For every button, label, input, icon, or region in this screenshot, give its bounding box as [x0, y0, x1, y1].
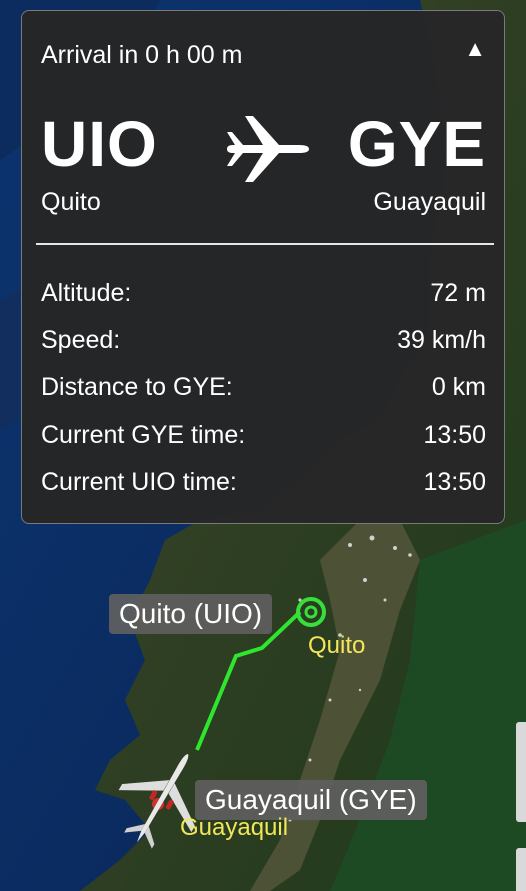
stat-value: 72 m: [430, 279, 486, 307]
right-edge-tab-lower[interactable]: [516, 848, 526, 891]
stat-value: 39 km/h: [397, 326, 486, 354]
stat-row-origin-time: Current UIO time: 13:50: [41, 468, 486, 497]
stat-row-speed: Speed: 39 km/h: [41, 326, 486, 355]
stat-value: 0 km: [431, 373, 486, 401]
right-edge-tab-upper[interactable]: [516, 722, 526, 822]
origin-airport-label[interactable]: Quito (UIO): [109, 594, 273, 634]
stat-label: Current UIO time:: [41, 468, 237, 496]
stat-label: Distance to GYE:: [41, 373, 233, 401]
flight-info-panel: Arrival in 0 h 00 m ▲ UIO GYE Quito Guay…: [21, 10, 505, 524]
stat-row-destination-time: Current GYE time: 13:50: [41, 421, 486, 450]
arrival-countdown: Arrival in 0 h 00 m: [41, 41, 243, 69]
stat-value: 13:50: [423, 468, 486, 496]
origin-airport-code: UIO: [41, 108, 158, 180]
airplane-icon: [227, 116, 309, 182]
stat-row-altitude: Altitude: 72 m: [41, 279, 486, 308]
stat-value: 13:50: [423, 421, 486, 449]
origin-city-name: Quito: [41, 188, 101, 216]
stat-row-distance: Distance to GYE: 0 km: [41, 373, 486, 402]
origin-airport-marker[interactable]: [296, 597, 326, 627]
origin-marker-center: [304, 605, 318, 619]
destination-airport-code: GYE: [347, 108, 486, 180]
origin-city-label: Quito: [308, 632, 366, 659]
divider: [36, 243, 494, 245]
stat-label: Current GYE time:: [41, 421, 246, 449]
destination-city-name: Guayaquil: [373, 188, 486, 216]
stat-label: Altitude:: [41, 279, 132, 307]
collapse-arrow-icon[interactable]: ▲: [464, 36, 486, 62]
destination-city-label: Guayaquil: [180, 814, 289, 841]
stat-label: Speed:: [41, 326, 121, 354]
